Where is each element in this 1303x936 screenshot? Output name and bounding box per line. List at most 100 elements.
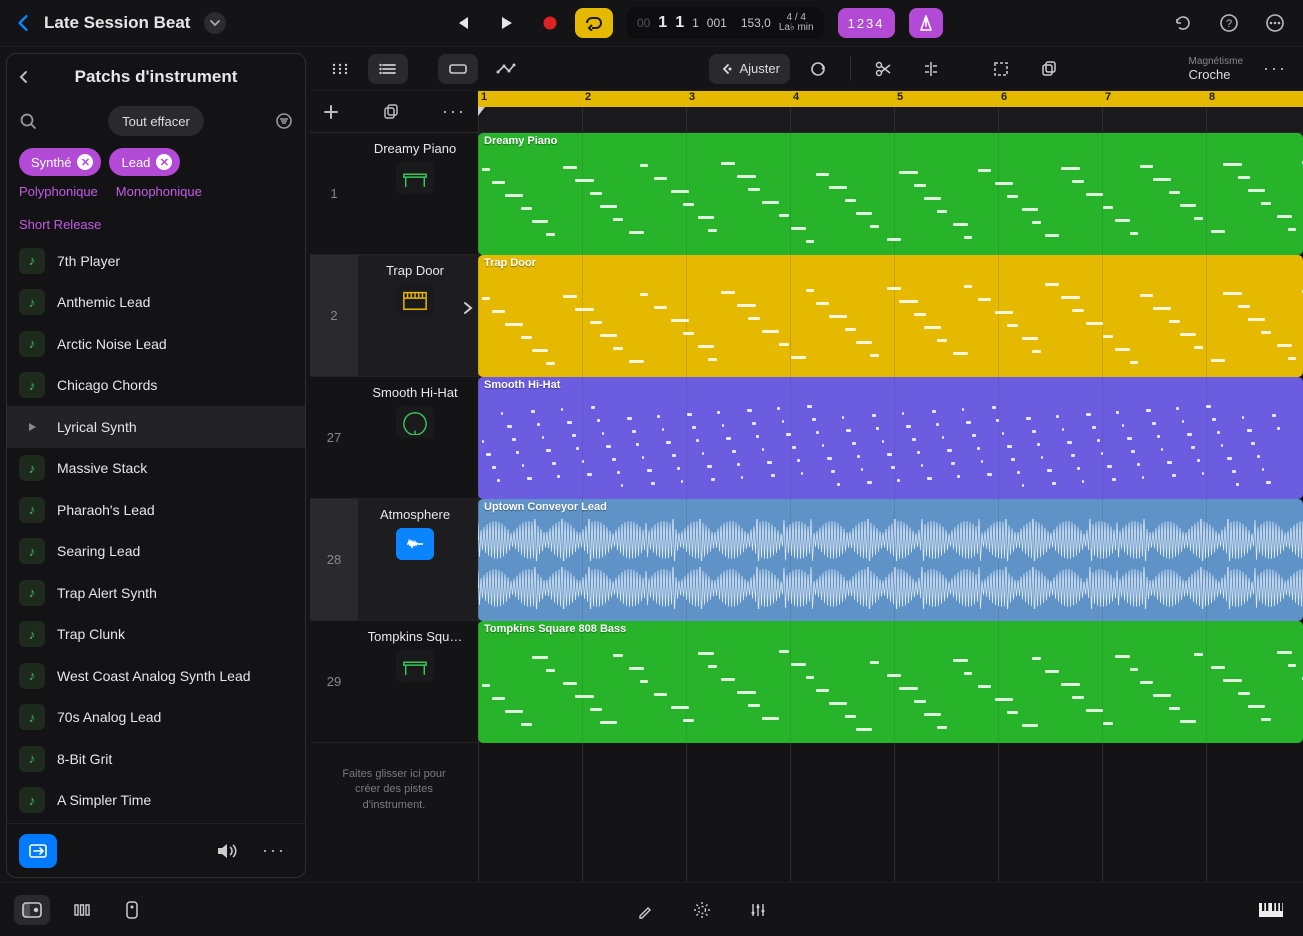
- replace-patch-button[interactable]: [19, 834, 57, 868]
- remote-toggle-button[interactable]: [114, 895, 150, 925]
- copy-tool-button[interactable]: [1029, 54, 1069, 84]
- patch-name: Searing Lead: [57, 543, 140, 559]
- arrangement-area: Ajuster MagnétismeCroche ··· ···: [310, 47, 1303, 882]
- patch-name: Anthemic Lead: [57, 294, 150, 310]
- patch-row[interactable]: ♪Massive Stack: [7, 448, 305, 490]
- track-header[interactable]: 1 Dreamy Piano: [310, 133, 478, 255]
- browser-more-button[interactable]: ···: [255, 834, 293, 868]
- more-button[interactable]: [1261, 9, 1289, 37]
- filter-list-icon[interactable]: [275, 112, 293, 130]
- preview-audio-button[interactable]: [207, 834, 245, 868]
- patch-name: Massive Stack: [57, 460, 147, 476]
- region[interactable]: Tompkins Square 808 Bass: [478, 621, 1303, 743]
- lcd-ticks: 001: [707, 16, 727, 30]
- patch-type-icon: ♪: [19, 331, 45, 357]
- search-icon[interactable]: [19, 112, 37, 130]
- marquee-tool-button[interactable]: [981, 54, 1021, 84]
- patch-row[interactable]: ♪Trap Clunk: [7, 614, 305, 656]
- add-track-button[interactable]: [322, 103, 340, 121]
- lcd-tempo: 153,0: [741, 16, 771, 30]
- region-label: Tompkins Square 808 Bass: [484, 623, 626, 635]
- suggested-tag[interactable]: Polyphonique: [19, 184, 98, 199]
- patch-row[interactable]: ♪Trap Alert Synth: [7, 572, 305, 614]
- patch-type-icon: ♪: [19, 580, 45, 606]
- patch-name: Chicago Chords: [57, 377, 157, 393]
- split-tool-button[interactable]: [911, 54, 951, 84]
- duplicate-track-button[interactable]: [382, 103, 400, 121]
- patch-type-icon: ♪: [19, 289, 45, 315]
- scissors-tool-button[interactable]: [863, 54, 903, 84]
- eq-button[interactable]: [740, 895, 776, 925]
- lcd-key: La♭ min: [779, 23, 814, 34]
- lcd-display[interactable]: 00 1 1 1 001 153,0 4 / 4La♭ min: [627, 7, 824, 39]
- record-button[interactable]: [531, 8, 569, 38]
- region[interactable]: Smooth Hi-Hat: [478, 377, 1303, 499]
- patch-row[interactable]: Lyrical Synth: [7, 406, 305, 448]
- track-number: 1: [310, 133, 358, 254]
- patch-row[interactable]: ♪Chicago Chords: [7, 365, 305, 407]
- filter-tag[interactable]: Lead✕: [109, 148, 180, 176]
- loop-tool-button[interactable]: [798, 54, 838, 84]
- playhead-icon[interactable]: [478, 107, 485, 116]
- view-grid-button[interactable]: [320, 54, 360, 84]
- view-list-button[interactable]: [368, 54, 408, 84]
- filter-tag[interactable]: Synthé ✕: [19, 148, 101, 176]
- track-header[interactable]: 29 Tompkins Squ…: [310, 621, 478, 743]
- patch-row[interactable]: ♪70s Analog Lead: [7, 697, 305, 739]
- drop-hint: Faites glisser ici pour créer des pistes…: [310, 743, 478, 837]
- remove-tag-icon[interactable]: ✕: [77, 154, 93, 170]
- track-number: 28: [310, 499, 358, 620]
- cycle-button[interactable]: [575, 8, 613, 38]
- suggested-tag[interactable]: Monophonique: [116, 184, 202, 199]
- clear-filters-button[interactable]: Tout effacer: [108, 106, 204, 136]
- browser-back-button[interactable]: [17, 70, 41, 84]
- track-expand-icon[interactable]: [462, 301, 474, 315]
- track-name: Tompkins Squ…: [358, 629, 472, 644]
- patch-row[interactable]: ♪8-Bit Grit: [7, 738, 305, 780]
- project-title[interactable]: Late Session Beat: [44, 13, 190, 33]
- filter-tag-label: Synthé: [31, 155, 71, 170]
- arrange-more-button[interactable]: ···: [1257, 54, 1293, 83]
- patch-row[interactable]: ♪ Arctic Noise Lead: [7, 323, 305, 365]
- suggested-tag[interactable]: Short Release: [19, 217, 101, 232]
- pencil-tool-button[interactable]: [628, 895, 664, 925]
- undo-button[interactable]: [1169, 9, 1197, 37]
- automation-view-button[interactable]: [486, 54, 526, 84]
- track-options-button[interactable]: ···: [442, 101, 466, 122]
- mixer-toggle-button[interactable]: [64, 895, 100, 925]
- project-title-dropdown[interactable]: [204, 12, 226, 34]
- brightness-button[interactable]: [684, 895, 720, 925]
- patch-row[interactable]: ♪West Coast Analog Synth Lead: [7, 655, 305, 697]
- browser-toggle-button[interactable]: [14, 895, 50, 925]
- countin-button[interactable]: 1234: [838, 8, 895, 38]
- region[interactable]: Trap Door: [478, 255, 1303, 377]
- keyboard-toggle-button[interactable]: [1253, 895, 1289, 925]
- patch-type-icon: ♪: [19, 704, 45, 730]
- goto-start-button[interactable]: [443, 8, 481, 38]
- patch-row[interactable]: ♪ Anthemic Lead: [7, 282, 305, 324]
- snap-menu[interactable]: MagnétismeCroche: [1189, 56, 1243, 82]
- remove-tag-icon[interactable]: ✕: [156, 154, 172, 170]
- track-header[interactable]: 27 Smooth Hi-Hat: [310, 377, 478, 499]
- bottom-toolbar: [0, 882, 1303, 936]
- metronome-button[interactable]: [909, 8, 943, 38]
- track-header[interactable]: 28 Atmosphere: [310, 499, 478, 621]
- help-button[interactable]: ?: [1215, 9, 1243, 37]
- patch-name: Lyrical Synth: [57, 419, 137, 435]
- patch-row[interactable]: ♪Searing Lead: [7, 531, 305, 573]
- play-button[interactable]: [487, 8, 525, 38]
- region-view-button[interactable]: [438, 54, 478, 84]
- track-header[interactable]: 2 Trap Door: [310, 255, 478, 377]
- region[interactable]: Dreamy Piano: [478, 133, 1303, 255]
- back-button[interactable]: [14, 14, 32, 32]
- region[interactable]: Uptown Conveyor Lead: [478, 499, 1303, 621]
- bar-number: 3: [686, 91, 695, 107]
- patch-row[interactable]: ♪7th Player: [7, 240, 305, 282]
- patch-name: Arctic Noise Lead: [57, 336, 167, 352]
- timeline[interactable]: 12345678 Dreamy PianoTrap DoorSmooth Hi-…: [478, 91, 1303, 882]
- bar-number: 4: [790, 91, 799, 107]
- bar-number: 8: [1206, 91, 1215, 107]
- patch-row[interactable]: ♪Pharaoh's Lead: [7, 489, 305, 531]
- zoom-fit-button[interactable]: Ajuster: [709, 54, 789, 84]
- patch-row[interactable]: ♪A Simpler Time: [7, 780, 305, 822]
